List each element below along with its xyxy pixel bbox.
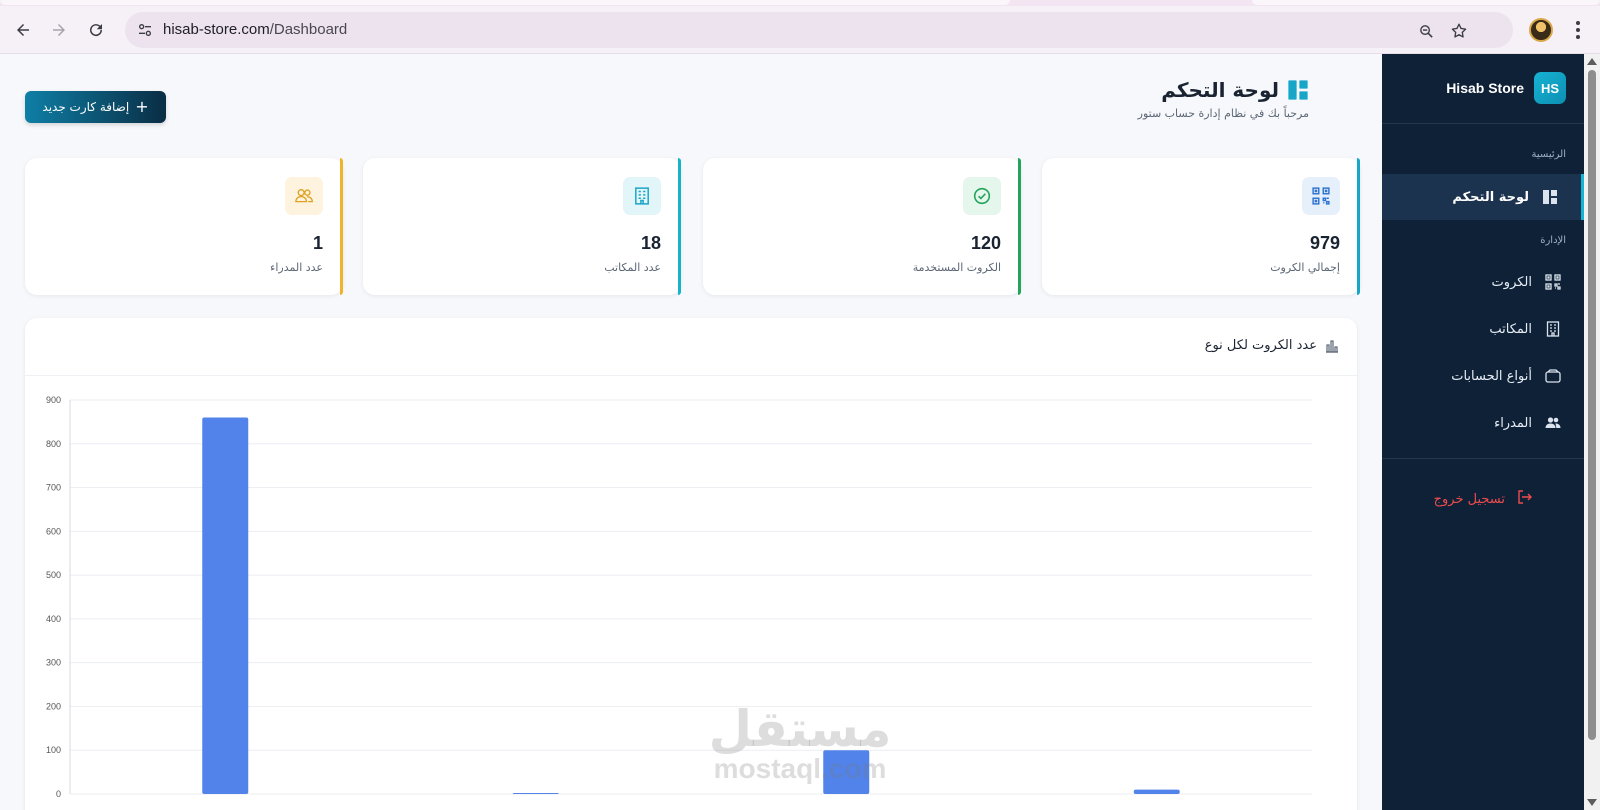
tab-hint [1252,0,1600,5]
chart-card: عدد الكروت لكل نوع 0 100 200 300 400 500 600 70… [25,318,1357,810]
y-tick-label: 500 [46,570,61,580]
y-tick-label: 600 [46,526,61,536]
reload-icon [90,24,103,37]
stat-value: 979 [1309,233,1340,253]
page-title-text: لوحة التحكم [1161,78,1279,102]
browser-toolbar: hisab-store.com/Dashboard [0,6,1600,54]
url-path: /Dashboard [269,21,348,38]
check-circle-icon [973,187,991,205]
stat-icon-box [623,177,661,215]
stat-accent [340,158,343,295]
sidebar-item-label: المدراء [1494,415,1532,431]
sidebar-item-managers[interactable]: المدراء [1382,400,1584,446]
sidebar-item-offices[interactable]: المكاتب [1382,306,1584,352]
sidebar-item-dashboard[interactable]: لوحة التحكم [1382,174,1584,220]
sidebar-section-admin: الإدارة [1540,235,1566,246]
qr-code-icon [1312,187,1330,205]
reload-button[interactable] [81,15,111,45]
stat-accent [678,158,681,295]
stat-card-offices: 18 عدد المكاتب [363,158,681,295]
sidebar-item-label: المكاتب [1489,321,1532,337]
logout-icon [1517,490,1532,508]
y-tick-label: 200 [46,701,61,711]
chart-title: عدد الكروت لكل نوع [1205,338,1339,353]
scrollbar-thumb[interactable] [1588,70,1596,740]
sidebar-item-cards[interactable]: الكروت [1382,259,1584,305]
arrow-right-icon [53,24,65,36]
stat-label: الكروت المستخدمة [912,261,1001,274]
qr-code-icon [1544,273,1562,291]
users-icon [1544,414,1562,432]
url-host: hisab-store.com [163,21,270,38]
dashboard-icon [1541,188,1559,206]
stat-value: 1 [312,233,323,253]
url-text[interactable]: hisab-store.com/Dashboard [163,21,347,38]
bar-chart-icon [1325,339,1339,353]
scroll-down-arrow-icon[interactable] [1587,799,1597,806]
wallet-icon [1544,367,1562,385]
y-tick-label: 800 [46,439,61,449]
building-icon [635,187,649,205]
address-bar[interactable]: hisab-store.com/Dashboard [125,12,1513,48]
scroll-up-arrow-icon[interactable] [1587,58,1597,65]
page-subtitle: مرحباً بك في نظام إدارة حساب ستور [1137,107,1309,120]
add-card-button[interactable]: + إضافة كارت جديد [25,91,166,123]
logout-button[interactable]: تسجيل خروج [1382,484,1584,514]
site-info-icon[interactable] [135,20,155,40]
brand-name[interactable]: Hisab Store [1446,80,1524,96]
y-tick-label: 400 [46,614,61,624]
arrow-left-icon [17,24,29,36]
forward-button[interactable] [44,15,74,45]
stat-label: عدد المدراء [270,261,323,274]
sidebar-item-label: لوحة التحكم [1452,189,1529,205]
page-viewport: HS Hisab Store الرئيسية لوحة التحكم الإد… [0,54,1584,810]
sidebar-divider [1382,458,1584,459]
profile-avatar[interactable] [1529,18,1553,42]
stat-accent [1018,158,1021,295]
y-tick-label: 0 [56,789,61,799]
stat-label: إجمالي الكروت [1270,261,1340,274]
stat-accent [1357,158,1360,295]
browser-menu-icon[interactable] [1566,16,1590,44]
bar-chart: 0 100 200 300 400 500 600 700 800 900 [46,395,1312,799]
sidebar: HS Hisab Store الرئيسية لوحة التحكم الإد… [1382,54,1584,810]
dashboard-icon [1287,79,1309,101]
y-tick-label: 700 [46,483,61,493]
zoom-icon[interactable] [1415,20,1437,42]
sidebar-item-label: الكروت [1491,274,1532,290]
sidebar-item-account-types[interactable]: أنواع الحسابات [1382,353,1584,399]
stat-icon-box [285,177,323,215]
chart-bar [512,793,559,794]
building-icon [1544,320,1562,338]
page-scrollbar[interactable] [1584,54,1600,810]
plus-icon: + [135,97,149,116]
stat-value: 18 [640,233,661,253]
page-title: لوحة التحكم [1161,78,1309,102]
stat-value: 120 [970,233,1001,253]
sidebar-item-label: أنواع الحسابات [1451,368,1532,384]
y-tick-label: 100 [46,745,61,755]
stat-icon-box [1302,177,1340,215]
chart-bar [202,417,249,794]
stat-label: عدد المكاتب [604,261,661,274]
sidebar-section-main: الرئيسية [1531,149,1566,160]
brand-logo[interactable]: HS [1534,72,1566,104]
stat-card-used-cards: 120 الكروت المستخدمة [703,158,1021,295]
tab-hint [0,0,1010,5]
add-card-label: إضافة كارت جديد [42,100,130,114]
stat-icon-box [963,177,1001,215]
chart-bar [1133,789,1180,794]
back-button[interactable] [8,15,38,45]
stat-card-managers: 1 عدد المدراء [25,158,343,295]
users-icon [295,189,313,203]
chart-bar [823,750,870,794]
bookmark-star-icon[interactable] [1448,20,1470,42]
chart-header: عدد الكروت لكل نوع [25,318,1357,376]
stat-card-total-cards: 979 إجمالي الكروت [1042,158,1360,295]
sidebar-brand: HS Hisab Store [1382,54,1584,124]
y-tick-label: 300 [46,658,61,668]
chart-title-text: عدد الكروت لكل نوع [1204,338,1317,353]
y-tick-label: 900 [46,395,61,405]
logout-label: تسجيل خروج [1433,491,1505,507]
